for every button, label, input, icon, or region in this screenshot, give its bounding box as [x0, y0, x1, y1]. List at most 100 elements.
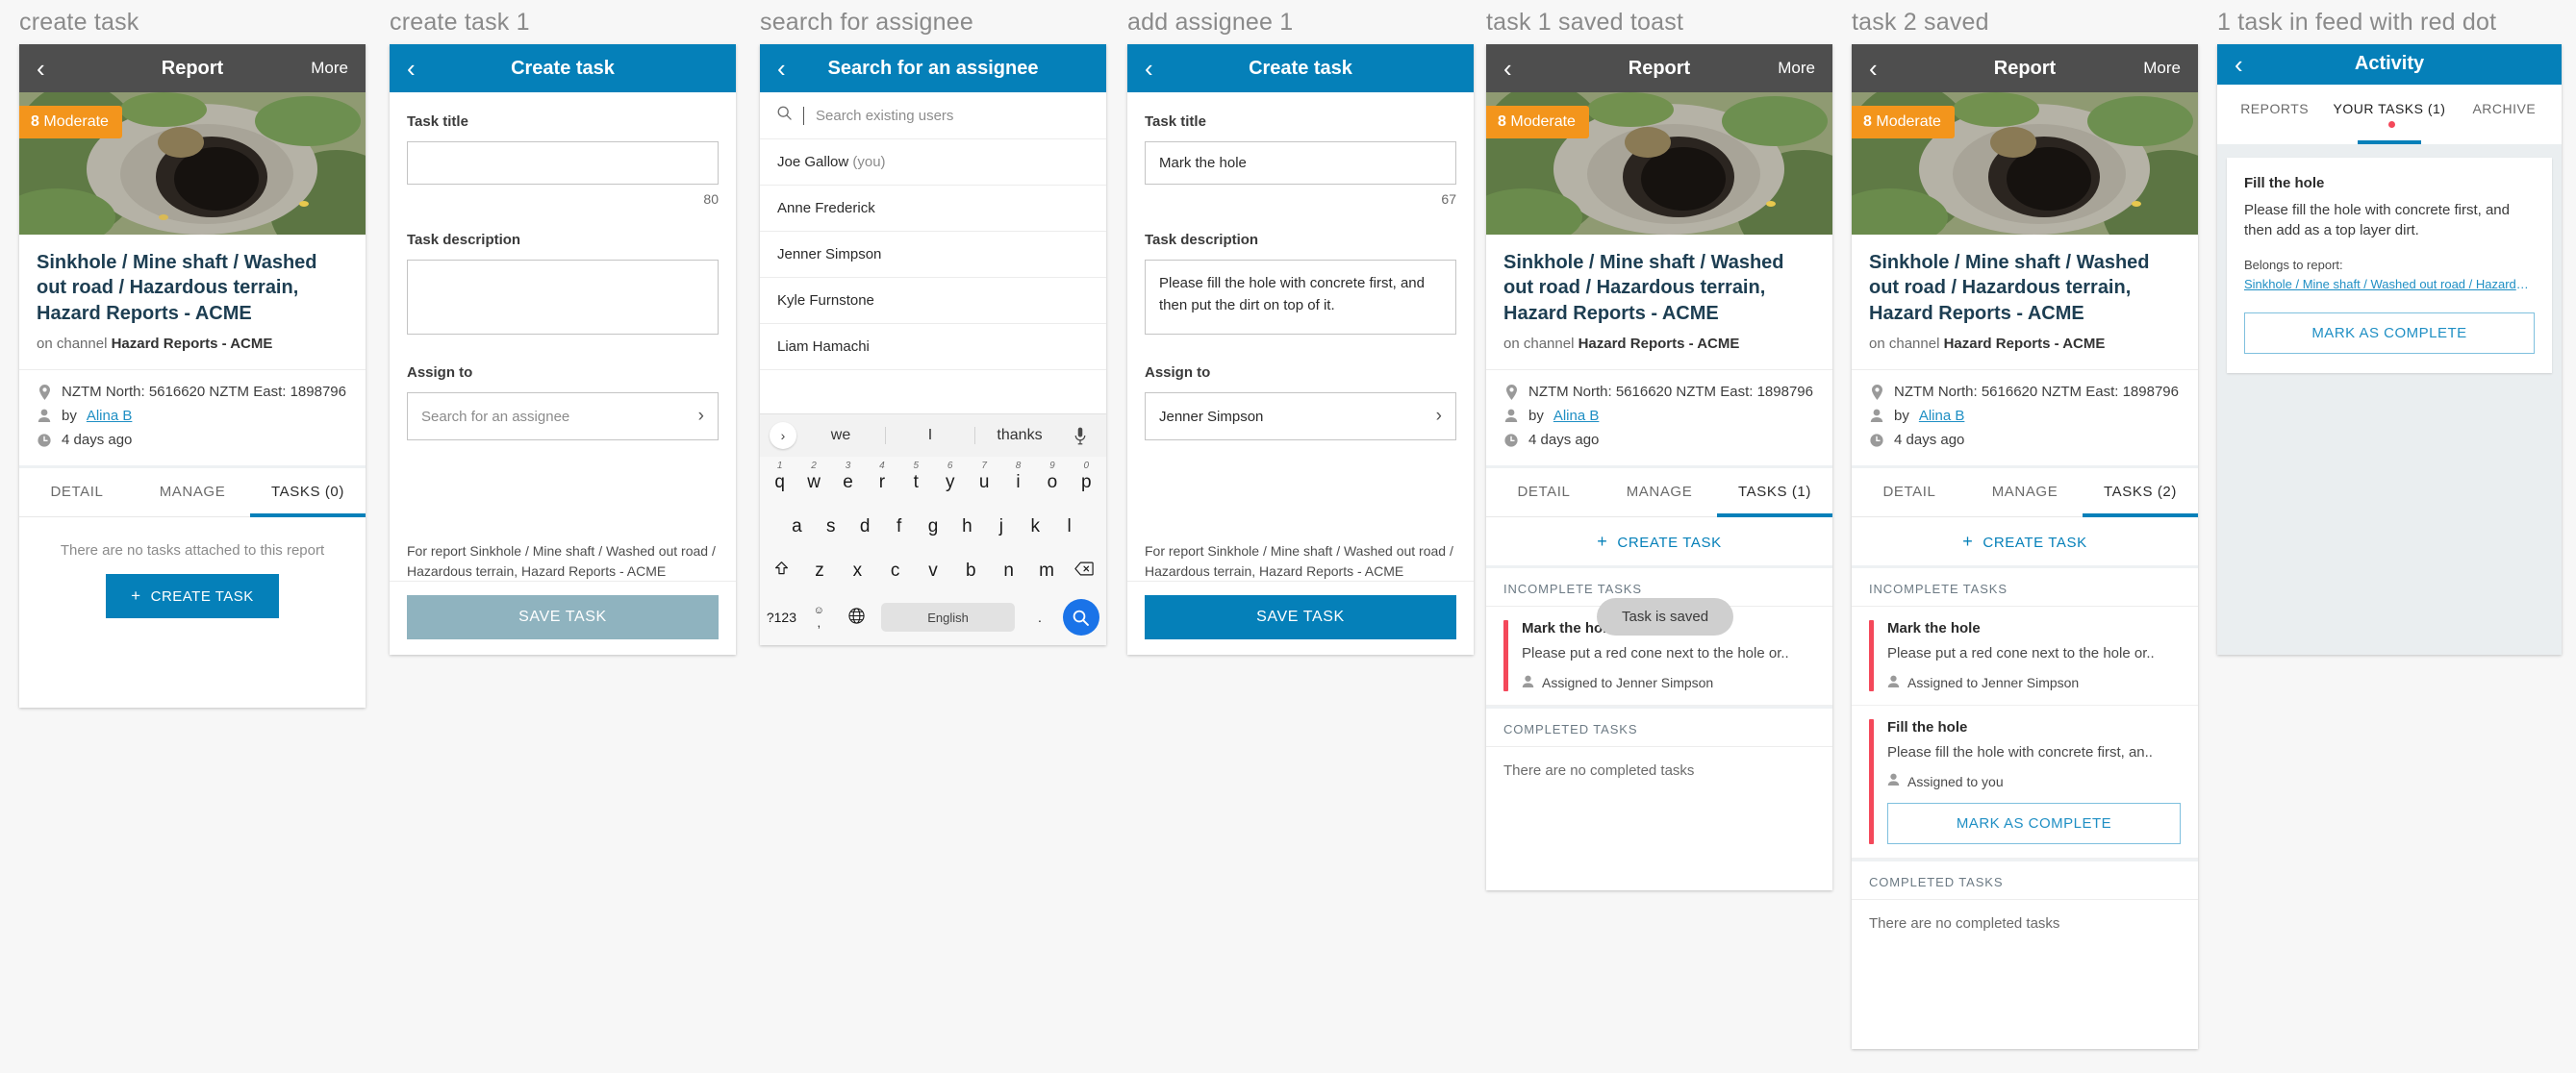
shift-icon[interactable]: [763, 551, 800, 583]
list-item[interactable]: Jenner Simpson: [760, 232, 1106, 278]
chevron-left-icon[interactable]: ‹: [1145, 56, 1170, 81]
keyboard-search-enter[interactable]: [1058, 599, 1103, 636]
key-d[interactable]: d: [847, 507, 881, 537]
globe-icon[interactable]: [838, 608, 875, 627]
tab-reports[interactable]: REPORTS: [2217, 85, 2332, 144]
more-button[interactable]: More: [311, 59, 348, 78]
author-link[interactable]: Alina B: [87, 408, 133, 424]
suggestion-2[interactable]: I: [886, 427, 974, 444]
task-card[interactable]: Fill the hole Please fill the hole with …: [2227, 157, 2552, 373]
tab-tasks[interactable]: TASKS (2): [2083, 468, 2198, 518]
meta-author: by Alina B: [37, 404, 348, 428]
create-task-button[interactable]: + CREATE TASK: [106, 574, 279, 619]
chevron-left-icon[interactable]: ‹: [1869, 56, 1894, 81]
assignee-search-input[interactable]: Search existing users: [760, 92, 1106, 139]
tab-detail[interactable]: DETAIL: [19, 468, 135, 518]
tab-detail[interactable]: DETAIL: [1486, 468, 1602, 518]
key-w[interactable]: 2w: [796, 461, 830, 493]
key-z[interactable]: z: [800, 551, 838, 582]
create-task-row[interactable]: + CREATE TASK: [1852, 517, 2198, 569]
key-b[interactable]: b: [952, 551, 990, 582]
save-task-button[interactable]: SAVE TASK: [1145, 595, 1456, 639]
channel-prefix: on channel: [1869, 336, 1944, 353]
create-task-link[interactable]: + CREATE TASK: [1597, 532, 1722, 552]
list-item[interactable]: Liam Hamachi: [760, 324, 1106, 370]
more-button[interactable]: More: [2143, 59, 2181, 78]
key-x[interactable]: x: [839, 551, 876, 582]
chevron-left-icon[interactable]: ‹: [1503, 56, 1528, 81]
key-j[interactable]: j: [984, 507, 1018, 537]
key-y[interactable]: 6y: [933, 461, 967, 493]
key-s[interactable]: s: [814, 507, 847, 537]
key-i[interactable]: 8i: [1001, 461, 1035, 493]
key-r[interactable]: 4r: [865, 461, 898, 493]
chevron-right-icon[interactable]: ›: [770, 422, 796, 449]
mark-as-complete-button[interactable]: MARK AS COMPLETE: [1887, 803, 2181, 845]
spacebar-key[interactable]: English: [880, 603, 1016, 632]
tab-manage[interactable]: MANAGE: [1967, 468, 2083, 518]
keyboard-keys: 1q 2w 3e 4r 5t 6y 7u 8i 9o 0p a s d f g …: [760, 457, 1106, 645]
save-task-button[interactable]: SAVE TASK: [407, 595, 719, 639]
chevron-left-icon[interactable]: ‹: [407, 56, 432, 81]
key-e[interactable]: 3e: [831, 461, 865, 493]
list-item[interactable]: Anne Frederick: [760, 186, 1106, 232]
report-link[interactable]: Sinkhole / Mine shaft / Washed out road …: [2244, 277, 2535, 291]
list-item[interactable]: Joe Gallow (you): [760, 139, 1106, 186]
emoji-comma-key[interactable]: ☺,: [800, 606, 838, 630]
create-task-link[interactable]: + CREATE TASK: [1962, 532, 2086, 551]
task-title-input[interactable]: [1145, 141, 1456, 185]
tab-archive[interactable]: ARCHIVE: [2447, 85, 2562, 144]
key-l[interactable]: l: [1052, 507, 1086, 537]
period-key[interactable]: .: [1021, 610, 1058, 625]
key-f[interactable]: f: [882, 507, 916, 537]
tab-manage[interactable]: MANAGE: [135, 468, 250, 518]
key-q[interactable]: 1q: [763, 461, 796, 493]
key-m[interactable]: m: [1027, 551, 1065, 582]
key-n[interactable]: n: [990, 551, 1027, 582]
key-h[interactable]: h: [950, 507, 984, 537]
key-t[interactable]: 5t: [899, 461, 933, 493]
assignee-select[interactable]: Jenner Simpson ›: [1145, 392, 1456, 440]
tab-your-tasks[interactable]: YOUR TASKS (1): [2332, 85, 2446, 144]
chevron-left-icon[interactable]: ‹: [37, 56, 62, 81]
task-assignee: Assigned to Jenner Simpson: [1522, 675, 1815, 691]
microphone-icon[interactable]: [1064, 427, 1097, 445]
key-a[interactable]: a: [780, 507, 814, 537]
channel-prefix: on channel: [37, 336, 112, 353]
key-p[interactable]: 0p: [1070, 461, 1103, 493]
key-g[interactable]: g: [916, 507, 949, 537]
create-task-link-label: CREATE TASK: [1617, 535, 1722, 552]
backspace-icon[interactable]: [1066, 551, 1103, 582]
key-k[interactable]: k: [1019, 507, 1052, 537]
author-link[interactable]: Alina B: [1919, 408, 1965, 424]
task-row[interactable]: Fill the hole Please fill the hole with …: [1852, 705, 2198, 860]
tab-manage[interactable]: MANAGE: [1602, 468, 1717, 518]
create-task-row[interactable]: + CREATE TASK: [1486, 517, 1832, 569]
assignee-select[interactable]: Search for an assignee ›: [407, 392, 719, 440]
mark-as-complete-button[interactable]: MARK AS COMPLETE: [2244, 312, 2535, 354]
suggestion-1[interactable]: we: [796, 427, 885, 444]
location-pin-icon: [1503, 384, 1519, 400]
key-c[interactable]: c: [876, 551, 914, 582]
key-u[interactable]: 7u: [967, 461, 1000, 493]
chevron-left-icon[interactable]: ‹: [2235, 52, 2260, 77]
key-o[interactable]: 9o: [1035, 461, 1069, 493]
suggestion-3[interactable]: thanks: [975, 427, 1064, 444]
list-item[interactable]: Kyle Furnstone: [760, 278, 1106, 324]
tab-tasks[interactable]: TASKS (0): [250, 468, 366, 518]
chevron-left-icon[interactable]: ‹: [777, 56, 802, 81]
task-description-input[interactable]: [407, 260, 719, 335]
tab-detail[interactable]: DETAIL: [1852, 468, 1967, 518]
task-description-input[interactable]: Please fill the hole with concrete first…: [1145, 260, 1456, 335]
more-button[interactable]: More: [1778, 59, 1815, 78]
task-row[interactable]: Mark the hole Please put a red cone next…: [1852, 607, 2198, 706]
tab-tasks[interactable]: TASKS (1): [1717, 468, 1832, 518]
key-v[interactable]: v: [914, 551, 951, 582]
symbols-key[interactable]: ?123: [763, 610, 800, 625]
assign-to-label: Assign to: [1145, 364, 1211, 381]
meta-location: NZTM North: 5616620 NZTM East: 1898796: [1869, 380, 2181, 404]
task-title-input[interactable]: [407, 141, 719, 185]
author-link[interactable]: Alina B: [1553, 408, 1600, 424]
coordinates-text: NZTM North: 5616620 NZTM East: 1898796: [1528, 384, 1813, 401]
